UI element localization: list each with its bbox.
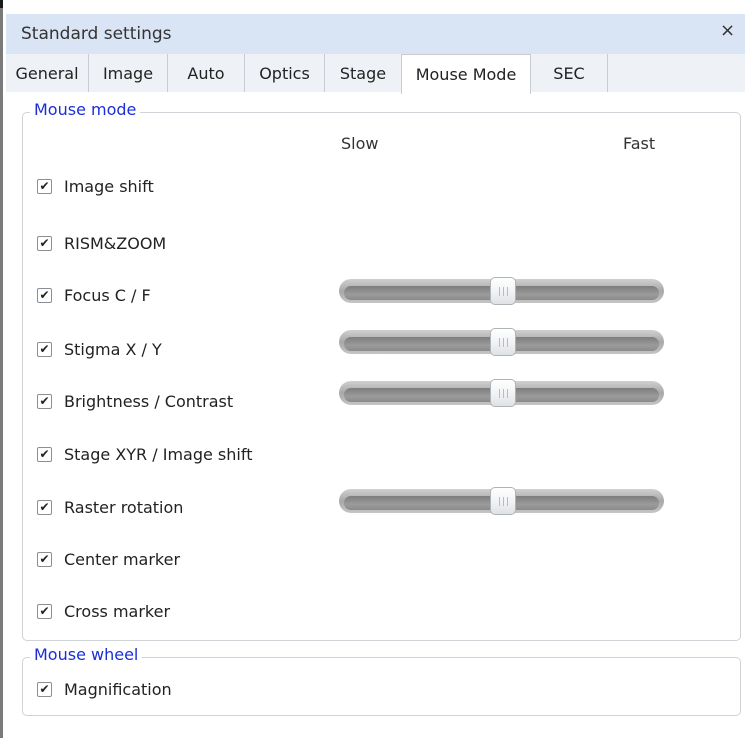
focus-checkbox[interactable]: ✔ Focus C / F (37, 284, 151, 306)
magnification-checkbox[interactable]: ✔ Magnification (37, 678, 172, 700)
brightness-contrast-speed-slider[interactable] (339, 379, 664, 407)
slow-label: Slow (341, 134, 379, 153)
tab-mouse-mode[interactable]: Mouse Mode (401, 54, 531, 94)
mouse-mode-legend: Mouse mode (30, 100, 141, 119)
checkbox-check-icon: ✔ (37, 681, 52, 697)
checkbox-check-icon: ✔ (37, 235, 52, 251)
slider-thumb[interactable] (490, 379, 516, 407)
center-marker-checkbox[interactable]: ✔ Center marker (37, 548, 180, 570)
checkbox-label: Image shift (64, 176, 154, 196)
checkbox-label: Magnification (64, 679, 172, 699)
window-left-edge-top (0, 0, 3, 8)
stigma-checkbox[interactable]: ✔ Stigma X / Y (37, 338, 162, 360)
rism-zoom-checkbox[interactable]: ✔ RISM&ZOOM (37, 232, 166, 254)
checkbox-label: Focus C / F (64, 285, 151, 305)
tab-auto[interactable]: Auto (168, 54, 245, 92)
checkbox-check-icon: ✔ (37, 446, 52, 462)
fast-label: Fast (623, 134, 656, 153)
slider-thumb[interactable] (490, 277, 516, 305)
tab-image[interactable]: Image (89, 54, 168, 92)
checkbox-check-icon: ✔ (37, 287, 52, 303)
checkbox-label: Raster rotation (64, 497, 184, 517)
brightness-contrast-checkbox[interactable]: ✔ Brightness / Contrast (37, 390, 233, 412)
checkbox-check-icon: ✔ (37, 178, 52, 194)
tab-general[interactable]: General (6, 54, 89, 92)
stigma-speed-slider[interactable] (339, 328, 664, 356)
checkbox-check-icon: ✔ (37, 499, 52, 515)
raster-rotation-speed-slider[interactable] (339, 487, 664, 515)
slider-thumb[interactable] (490, 328, 516, 356)
close-icon[interactable]: × (720, 20, 735, 41)
checkbox-check-icon: ✔ (37, 393, 52, 409)
cross-marker-checkbox[interactable]: ✔ Cross marker (37, 600, 170, 622)
checkbox-label: Brightness / Contrast (64, 391, 234, 411)
window-title: Standard settings (21, 24, 172, 44)
checkbox-label: Cross marker (64, 601, 171, 621)
checkbox-label: Stage XYR / Image shift (64, 444, 253, 464)
window-left-edge (0, 0, 3, 738)
mouse-wheel-legend: Mouse wheel (30, 645, 143, 664)
checkbox-check-icon: ✔ (37, 603, 52, 619)
checkbox-label: RISM&ZOOM (64, 233, 167, 253)
raster-rotation-checkbox[interactable]: ✔ Raster rotation (37, 496, 183, 518)
checkbox-check-icon: ✔ (37, 551, 52, 567)
stage-xyr-checkbox[interactable]: ✔ Stage XYR / Image shift (37, 443, 252, 465)
checkbox-label: Stigma X / Y (64, 339, 162, 359)
checkbox-check-icon: ✔ (37, 341, 52, 357)
image-shift-checkbox[interactable]: ✔ Image shift (37, 175, 154, 197)
focus-speed-slider[interactable] (339, 277, 664, 305)
tab-stage[interactable]: Stage (325, 54, 402, 92)
tab-optics[interactable]: Optics (245, 54, 325, 92)
slider-thumb[interactable] (490, 487, 516, 515)
checkbox-label: Center marker (64, 549, 181, 569)
tab-sec[interactable]: SEC (531, 54, 608, 92)
